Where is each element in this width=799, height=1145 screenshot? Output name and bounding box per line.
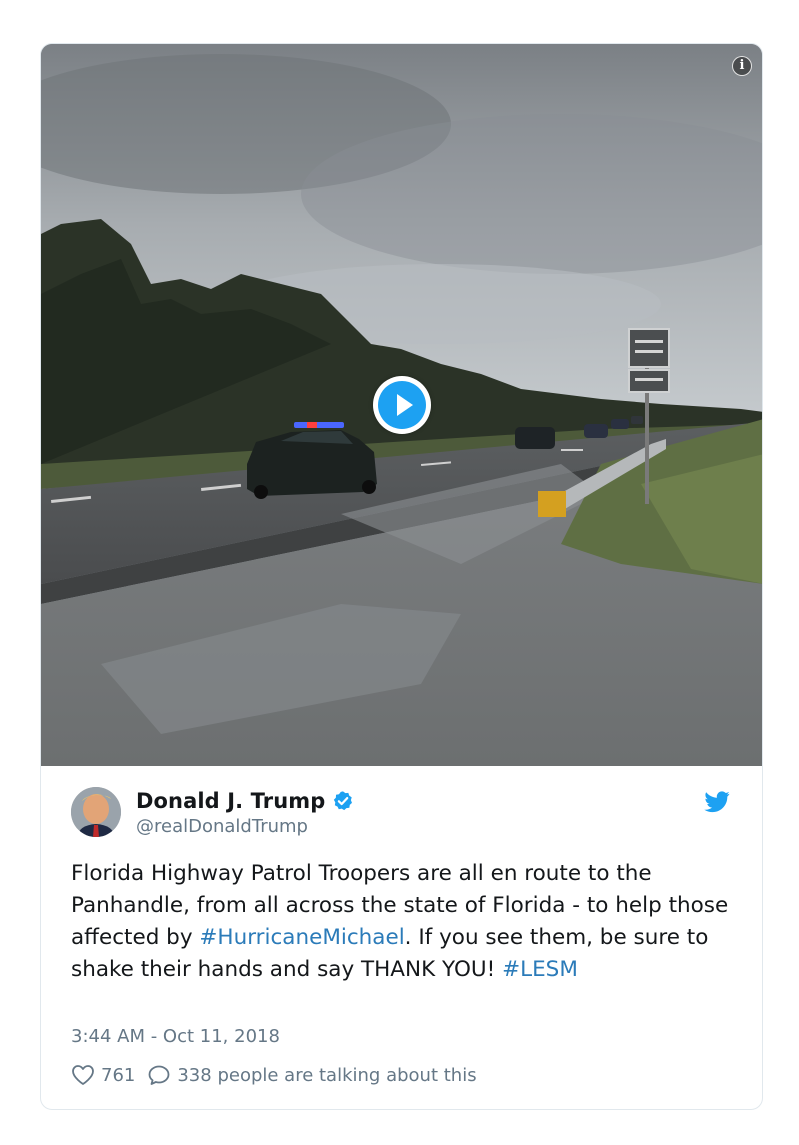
video-thumbnail[interactable]: i [41,44,762,766]
talking-count-label: 338 people are talking about this [177,1064,477,1086]
hashtag-hurricane-michael[interactable]: #HurricaneMichael [199,925,404,950]
conversation-link[interactable]: 338 people are talking about this [147,1064,477,1086]
hashtag-lesm[interactable]: #LESM [502,957,578,982]
like-count: 761 [101,1064,136,1086]
heart-icon [72,1065,94,1085]
twitter-bird-icon[interactable] [704,791,730,813]
tweet-timestamp[interactable]: 3:44 AM - Oct 11, 2018 [71,1026,280,1047]
tweet-actions: 761 338 people are talking about this [71,1064,477,1086]
verified-badge-icon [334,791,353,811]
like-button[interactable]: 761 [71,1064,135,1086]
embedded-tweet-card: i Donald J. Trump @realDonaldTrump Flori… [40,43,763,1110]
tweet-text: Florida Highway Patrol Troopers are all … [71,858,741,986]
play-icon [378,381,426,429]
user-handle[interactable]: @realDonaldTrump [136,816,354,837]
info-button[interactable]: i [732,56,752,76]
avatar[interactable] [71,787,121,837]
author-block: Donald J. Trump @realDonaldTrump [136,789,354,837]
display-name[interactable]: Donald J. Trump [136,789,325,813]
speech-bubble-icon [148,1065,170,1085]
play-button[interactable] [373,376,431,434]
avatar-image [71,787,121,837]
